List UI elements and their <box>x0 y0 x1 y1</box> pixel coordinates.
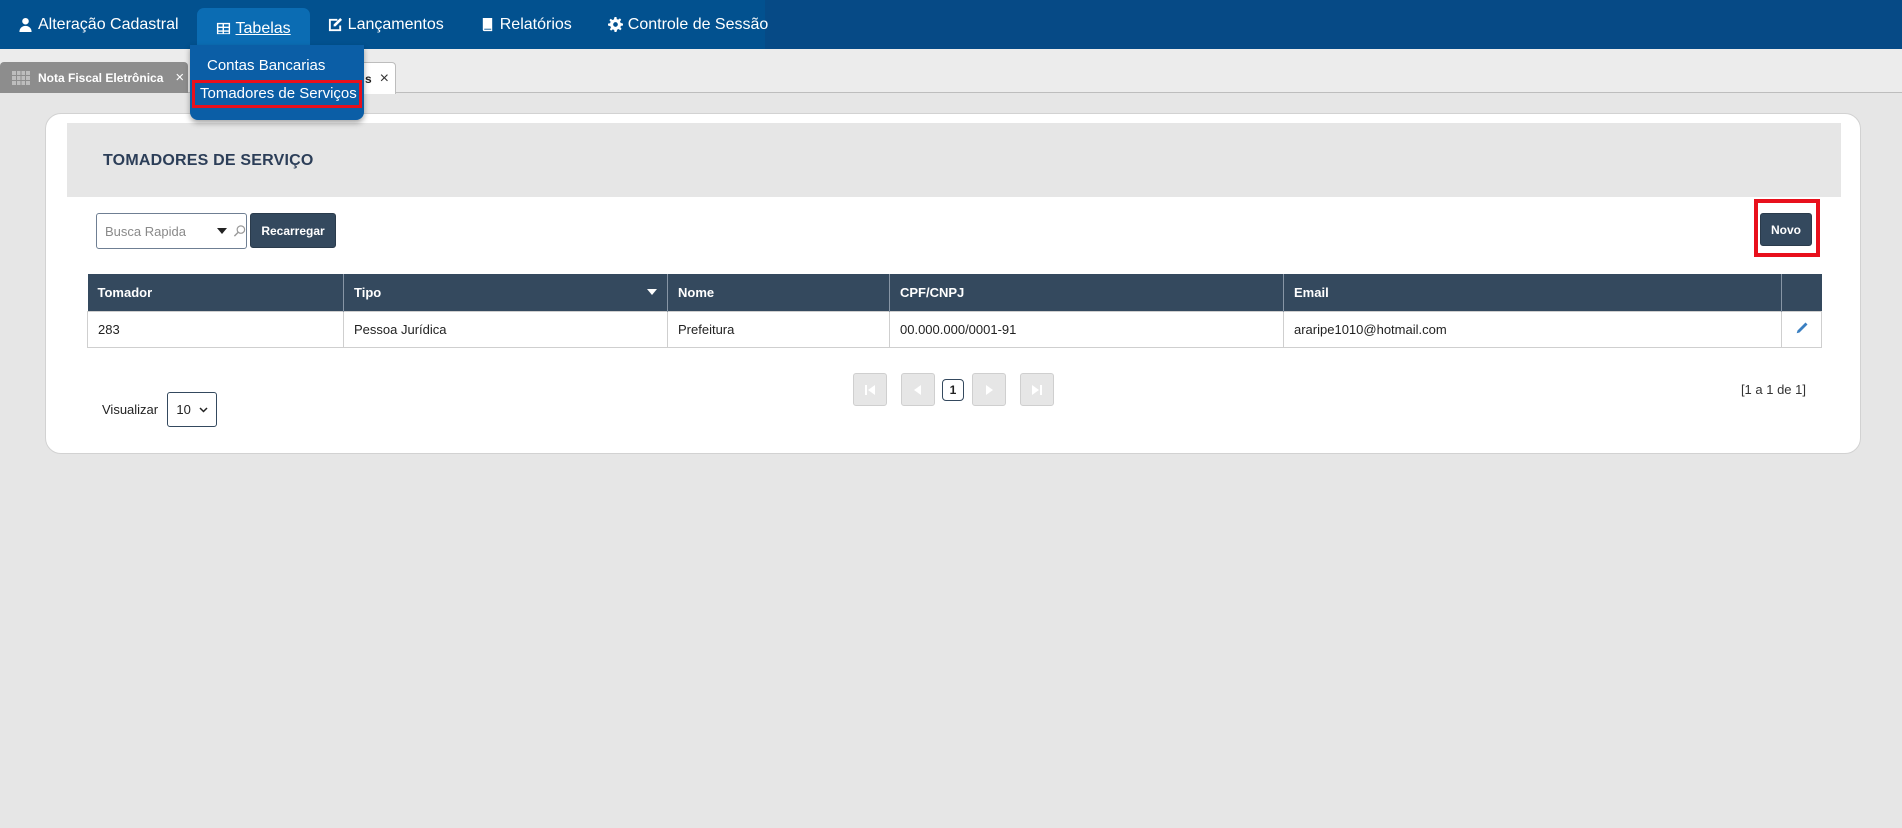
tab-label: Nota Fiscal Eletrônica <box>38 70 164 85</box>
close-icon[interactable]: × <box>380 70 389 88</box>
next-page-icon <box>986 384 993 395</box>
dropdown-item-tomadores-servicos[interactable]: Tomadores de Serviços <box>192 80 362 108</box>
dropdown-item-contas-bancarias[interactable]: Contas Bancarias <box>196 53 358 79</box>
first-page-icon <box>865 384 875 395</box>
card-header: TOMADORES DE SERVIÇO <box>67 123 1841 197</box>
column-header-tomador[interactable]: Tomador <box>87 274 344 311</box>
page-size-value: 10 <box>176 402 191 417</box>
column-header-tipo[interactable]: Tipo <box>343 274 668 311</box>
table-header-row: Tomador Tipo Nome CPF/CNPJ Email <box>87 274 1822 311</box>
page-size-label: Visualizar <box>102 402 159 417</box>
next-page-button[interactable] <box>972 373 1006 406</box>
menu-item-controle-sessao[interactable]: Controle de Sessão <box>590 0 787 49</box>
menu-item-label: Tabelas <box>235 19 291 37</box>
last-page-icon <box>1032 384 1042 395</box>
cell-tipo: Pessoa Jurídica <box>343 310 668 348</box>
column-header-label: Tipo <box>354 284 382 300</box>
menu-item-relatorios[interactable]: Relatórios <box>462 0 590 49</box>
pencil-icon[interactable] <box>1795 321 1809 335</box>
menu-item-lancamentos[interactable]: Lançamentos <box>310 0 462 49</box>
cell-nome: Prefeitura <box>667 310 890 348</box>
pagination-info: [1 a 1 de 1] <box>1740 382 1806 397</box>
table-icon <box>216 22 230 35</box>
top-menu-bar: Alteração Cadastral Tabelas Lançamentos … <box>0 0 1902 49</box>
quick-search[interactable] <box>96 213 247 249</box>
reload-button[interactable]: Recarregar <box>250 213 336 248</box>
page-size-control: Visualizar 10 <box>102 392 218 427</box>
column-header-cpf-cnpj[interactable]: CPF/CNPJ <box>889 274 1284 311</box>
cell-tomador: 283 <box>87 310 344 348</box>
close-icon[interactable]: × <box>175 69 184 86</box>
book-icon <box>482 17 492 32</box>
menu-item-tabelas[interactable]: Tabelas <box>196 8 310 49</box>
menu-item-label: Alteração Cadastral <box>38 15 179 33</box>
cell-actions <box>1781 310 1822 348</box>
tab-label: s <box>364 71 372 86</box>
column-header-email[interactable]: Email <box>1283 274 1782 311</box>
page-title: TOMADORES DE SERVIÇO <box>103 152 314 169</box>
page-number-current[interactable]: 1 <box>942 379 964 401</box>
tab-nota-fiscal[interactable]: Nota Fiscal Eletrônica × <box>0 62 188 93</box>
cell-cpf-cnpj: 00.000.000/0001-91 <box>889 310 1284 348</box>
menu-item-label: Controle de Sessão <box>627 15 769 33</box>
previous-page-button[interactable] <box>901 373 935 406</box>
previous-page-icon <box>914 384 921 395</box>
menu-item-alteracao-cadastral[interactable]: Alteração Cadastral <box>0 0 197 49</box>
filter-dropdown-icon[interactable] <box>647 289 657 296</box>
search-icon[interactable] <box>233 224 246 238</box>
edit-document-icon <box>328 17 342 32</box>
data-table: Tomador Tipo Nome CPF/CNPJ Email 283 Pes… <box>87 274 1822 348</box>
menu-item-label: Relatórios <box>499 15 572 33</box>
table-row[interactable]: 283 Pessoa Jurídica Prefeitura 00.000.00… <box>87 310 1822 348</box>
last-page-button[interactable] <box>1020 373 1054 406</box>
first-page-button[interactable] <box>853 373 887 406</box>
grid-icon <box>12 70 30 85</box>
cell-email: araripe1010@hotmail.com <box>1283 310 1782 348</box>
menu-item-label: Lançamentos <box>347 15 444 33</box>
tabelas-dropdown: Contas Bancarias Tomadores de Serviços <box>190 45 364 120</box>
main-menu: Alteração Cadastral Tabelas Lançamentos … <box>0 0 768 49</box>
page-size-select[interactable]: 10 <box>167 392 218 427</box>
content-card: TOMADORES DE SERVIÇO Recarregar Novo Tom… <box>45 113 1861 454</box>
chevron-down-icon <box>199 406 208 413</box>
chevron-down-icon[interactable] <box>217 228 227 234</box>
column-header-nome[interactable]: Nome <box>667 274 890 311</box>
search-input[interactable] <box>103 216 203 246</box>
gear-icon <box>607 17 623 32</box>
user-icon <box>19 17 32 32</box>
column-header-actions <box>1781 274 1822 311</box>
new-button[interactable]: Novo <box>1760 213 1812 246</box>
